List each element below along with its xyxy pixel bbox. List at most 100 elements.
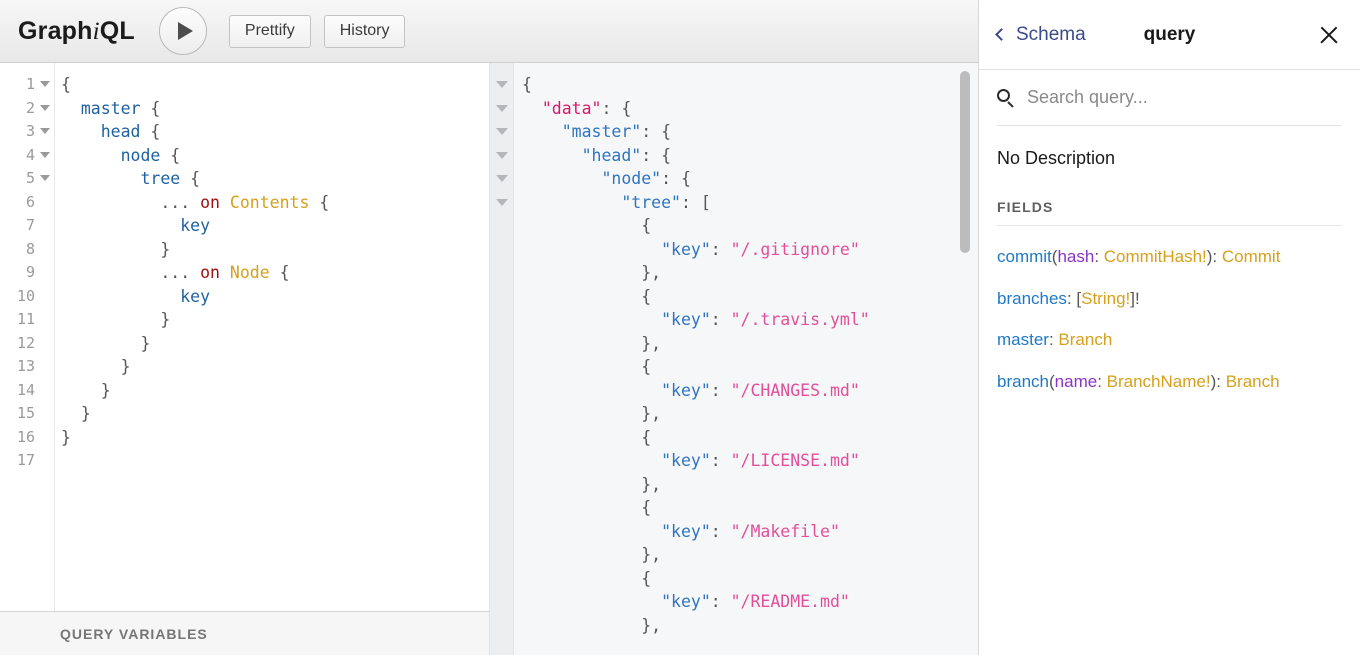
query-token <box>220 193 230 212</box>
fold-triangle-icon[interactable] <box>40 105 50 111</box>
fold-triangle-icon[interactable] <box>496 199 508 206</box>
query-line-number: 11 <box>0 308 54 332</box>
result-token: }, <box>522 404 661 423</box>
field-item[interactable]: branch(name: BranchName!): Branch <box>997 361 1342 403</box>
field-item[interactable]: branches: [String!]! <box>997 278 1342 320</box>
execute-query-button[interactable] <box>159 7 207 55</box>
query-line-number: 7 <box>0 214 54 238</box>
query-editor[interactable]: 1234567891011121314151617 { master { hea… <box>0 63 490 611</box>
result-fold-gutter <box>490 63 514 655</box>
line-number-label: 5 <box>26 169 35 187</box>
fold-triangle-icon[interactable] <box>496 128 508 135</box>
line-number-label: 9 <box>26 263 35 281</box>
logo-prefix: Graph <box>18 17 93 45</box>
result-fold-row <box>490 73 513 97</box>
query-code-line: node { <box>61 144 489 168</box>
result-token: }, <box>522 545 661 564</box>
result-code-line: }, <box>522 402 978 426</box>
query-token: on <box>200 193 220 212</box>
result-token: : [ <box>681 193 711 212</box>
query-code-line: } <box>61 238 489 262</box>
field-item[interactable]: commit(hash: CommitHash!): Commit <box>997 236 1342 278</box>
field-token: hash <box>1057 247 1094 266</box>
query-token: } <box>61 428 71 447</box>
close-icon[interactable] <box>1318 24 1340 46</box>
field-item[interactable]: master: Branch <box>997 319 1342 361</box>
doc-search-row[interactable] <box>979 70 1360 125</box>
field-token: : [ <box>1067 289 1081 308</box>
result-code-area: { "data": { "master": { "head": { "node"… <box>514 63 978 655</box>
fold-triangle-icon[interactable] <box>496 105 508 112</box>
field-token: Branch <box>1226 372 1280 391</box>
result-code-line: "data": { <box>522 97 978 121</box>
fold-triangle-icon[interactable] <box>40 175 50 181</box>
query-token: } <box>61 381 111 400</box>
doc-explorer: Schema query No Description FIELDS commi… <box>978 0 1360 655</box>
result-code-line: "tree": [ <box>522 191 978 215</box>
query-token: } <box>61 240 170 259</box>
doc-back-button[interactable]: Schema <box>997 24 1086 46</box>
result-scrollbar[interactable] <box>958 63 972 655</box>
prettify-button[interactable]: Prettify <box>229 15 311 48</box>
query-line-number-gutter: 1234567891011121314151617 <box>0 63 54 611</box>
query-line-number: 12 <box>0 332 54 356</box>
doc-search-input[interactable] <box>1025 86 1342 109</box>
result-token: : <box>711 381 731 400</box>
result-token: : { <box>641 146 671 165</box>
query-code-line <box>61 449 489 473</box>
query-code-line: { <box>61 73 489 97</box>
query-line-number: 8 <box>0 238 54 262</box>
line-number-label: 3 <box>26 122 35 140</box>
history-button[interactable]: History <box>324 15 406 48</box>
query-code-line: } <box>61 308 489 332</box>
query-line-number: 3 <box>0 120 54 144</box>
field-token: Commit <box>1222 247 1281 266</box>
query-token <box>61 146 121 165</box>
fold-triangle-icon[interactable] <box>496 152 508 159</box>
query-token <box>190 263 200 282</box>
query-token: Contents <box>230 193 309 212</box>
result-token: "key" <box>661 522 711 541</box>
query-code-area[interactable]: { master { head { node { tree { ... on C… <box>54 63 489 611</box>
result-token: }, <box>522 475 661 494</box>
doc-back-label: Schema <box>1016 24 1086 46</box>
result-token: }, <box>522 263 661 282</box>
query-variables-toggle[interactable]: QUERY VARIABLES <box>0 611 490 655</box>
result-token: : <box>711 310 731 329</box>
result-scrollbar-thumb[interactable] <box>960 71 970 253</box>
line-number-label: 7 <box>26 216 35 234</box>
logo-i: i <box>93 18 100 45</box>
result-fold-row <box>490 191 513 215</box>
result-token <box>522 381 661 400</box>
fields-list: commit(hash: CommitHash!): Commitbranche… <box>979 226 1360 402</box>
result-token: }, <box>522 616 661 635</box>
fold-triangle-icon[interactable] <box>496 175 508 182</box>
result-code-line: "head": { <box>522 144 978 168</box>
field-token: name <box>1055 372 1098 391</box>
fold-triangle-icon[interactable] <box>496 81 508 88</box>
doc-explorer-header: Schema query <box>979 0 1360 70</box>
fold-triangle-icon[interactable] <box>40 152 50 158</box>
result-token <box>522 146 582 165</box>
result-token: "/.gitignore" <box>731 240 860 259</box>
line-number-label: 8 <box>26 240 35 258</box>
play-icon <box>178 22 193 40</box>
result-code-line: }, <box>522 332 978 356</box>
result-token <box>522 99 542 118</box>
result-token: "key" <box>661 381 711 400</box>
fold-triangle-icon[interactable] <box>40 128 50 134</box>
result-token: : { <box>601 99 631 118</box>
result-token: : { <box>641 122 671 141</box>
line-number-label: 12 <box>17 334 35 352</box>
query-code-line: } <box>61 355 489 379</box>
query-token: tree <box>140 169 180 188</box>
fold-triangle-icon[interactable] <box>40 81 50 87</box>
result-token <box>522 522 661 541</box>
field-token: commit <box>997 247 1052 266</box>
result-token <box>522 240 661 259</box>
result-token <box>522 193 621 212</box>
field-token: Branch <box>1058 330 1112 349</box>
query-variables-label: QUERY VARIABLES <box>60 626 208 642</box>
result-code-line: "key": "/.travis.yml" <box>522 308 978 332</box>
result-fold-row <box>490 144 513 168</box>
